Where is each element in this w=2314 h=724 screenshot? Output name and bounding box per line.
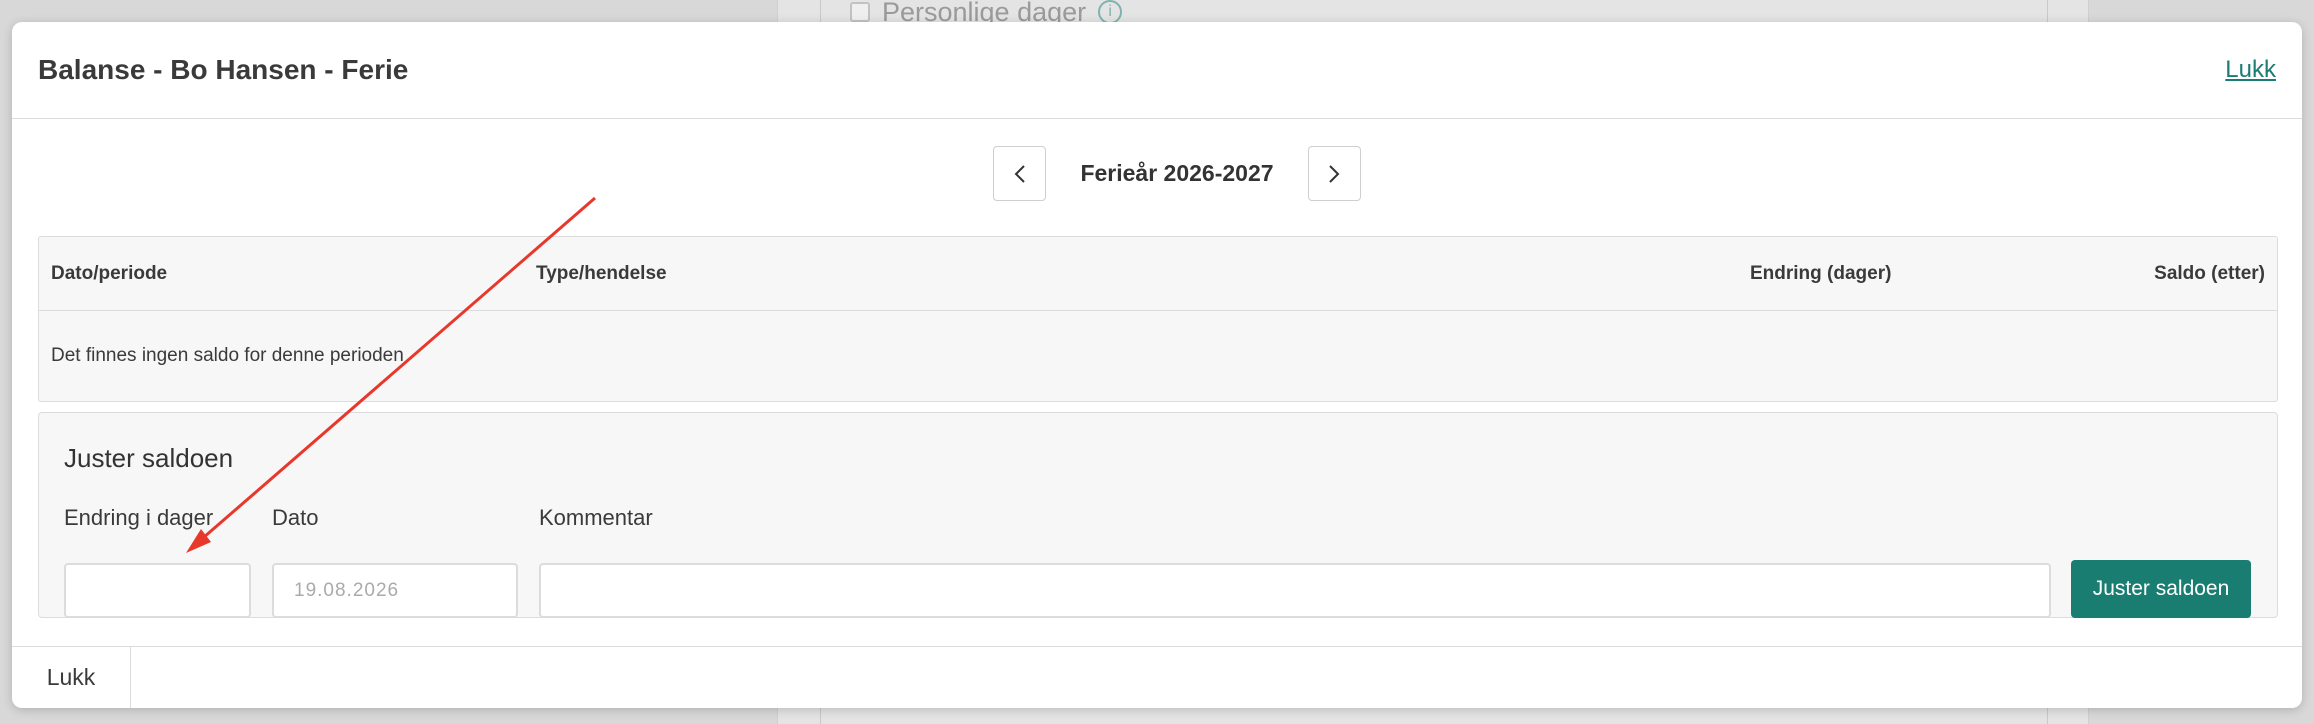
- comment-label: Kommentar: [539, 505, 653, 530]
- column-header-balance: Saldo (etter): [2154, 263, 2265, 284]
- modal-title: Balanse - Bo Hansen - Ferie: [38, 54, 409, 85]
- close-link[interactable]: Lukk: [2225, 56, 2276, 84]
- change-days-input[interactable]: [64, 563, 251, 618]
- change-days-label: Endring i dager: [64, 505, 214, 530]
- chevron-right-icon: [1329, 164, 1340, 183]
- modal-footer: Lukk: [12, 646, 2302, 708]
- next-period-button[interactable]: [1307, 146, 1361, 201]
- period-navigation: Ferieår 2026-2027: [12, 146, 2302, 201]
- modal-header: Balanse - Bo Hansen - Ferie Lukk: [12, 22, 2302, 119]
- balance-table: Dato/periode Type/hendelse Endring (dage…: [38, 236, 2278, 402]
- background-panel-bottom: [820, 706, 2048, 724]
- info-icon: i: [1098, 0, 1123, 24]
- adjust-balance-form: Juster saldoen Endring i dager Dato Komm…: [38, 412, 2278, 618]
- adjust-balance-button[interactable]: Juster saldoen: [2071, 560, 2251, 618]
- table-empty-message: Det finnes ingen saldo for denne periode…: [51, 345, 404, 366]
- background-checkbox: [850, 2, 870, 22]
- chevron-left-icon: [1014, 164, 1025, 183]
- comment-input[interactable]: [539, 563, 2051, 618]
- adjust-form-title: Juster saldoen: [64, 443, 234, 473]
- period-label: Ferieår 2026-2027: [1080, 160, 1274, 186]
- column-header-date: Dato/periode: [51, 263, 168, 284]
- date-label: Dato: [272, 505, 319, 530]
- previous-period-button[interactable]: [993, 146, 1047, 201]
- column-header-change: Endring (dager): [1750, 263, 1892, 284]
- table-header: Dato/periode Type/hendelse Endring (dage…: [39, 237, 2277, 311]
- background-checkbox-row: Personlige dager i: [850, 0, 1123, 27]
- column-header-type: Type/hendelse: [536, 263, 667, 284]
- balance-modal: Balanse - Bo Hansen - Ferie Lukk Ferieår…: [12, 22, 2302, 708]
- footer-close-button[interactable]: Lukk: [12, 647, 131, 708]
- date-input[interactable]: 19.08.2026: [272, 563, 518, 618]
